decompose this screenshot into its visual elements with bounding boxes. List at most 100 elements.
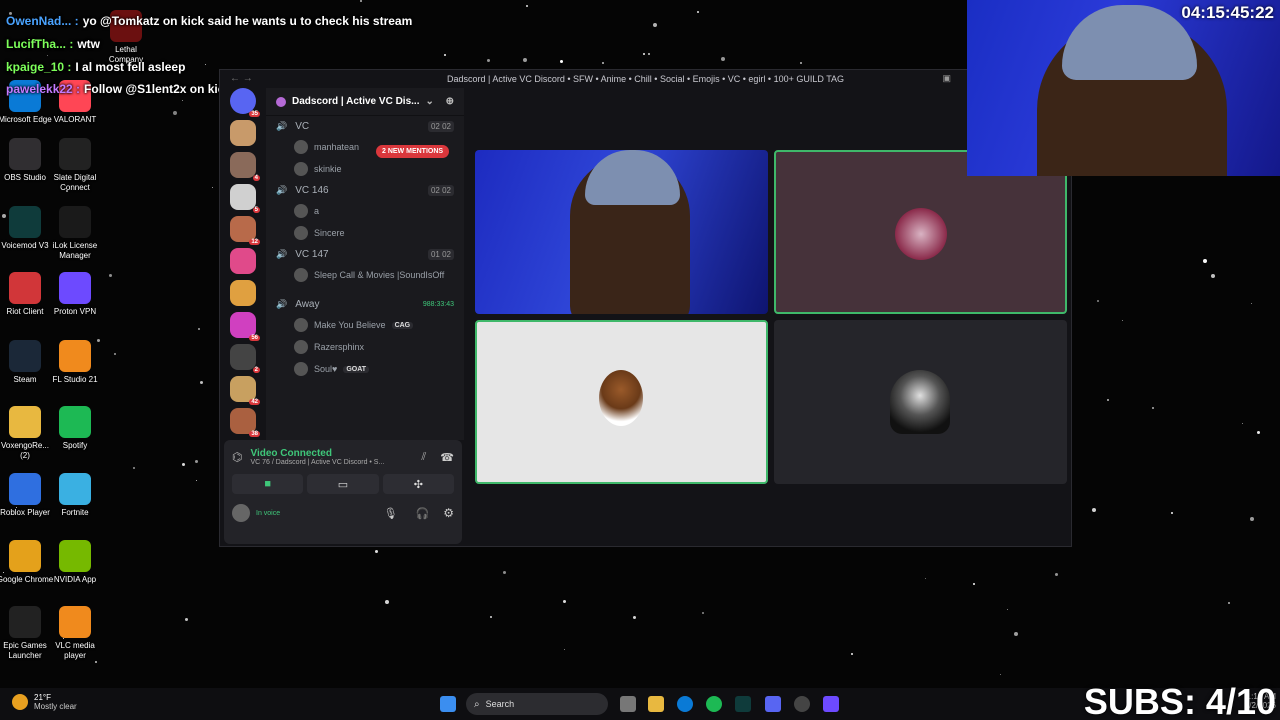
channel-name: VC 147 bbox=[295, 248, 329, 260]
connection-icon[interactable]: ⌬ bbox=[232, 450, 242, 464]
new-mentions-badge[interactable]: 2 NEW MENTIONS bbox=[376, 145, 450, 158]
subs-goal-counter: SUBS: 4/10 bbox=[1083, 681, 1276, 720]
video-tile-avatar-anime[interactable] bbox=[774, 320, 1067, 484]
discord-window-title: Dadscord | Active VC Discord • SFW • Ani… bbox=[446, 74, 845, 84]
chat-text: I al most fell asleep bbox=[75, 60, 186, 74]
voice-channel[interactable]: 🔊 Away 988:33:43 bbox=[266, 294, 464, 314]
back-forward-icon[interactable]: ← → bbox=[230, 73, 253, 84]
voice-channel[interactable]: 🔊 VC 02 02 bbox=[266, 116, 464, 136]
search-box[interactable]: ⌕ Search bbox=[466, 693, 608, 715]
desktop-icon[interactable]: iLok License Manager bbox=[46, 206, 104, 261]
user-count: 02 02 bbox=[427, 120, 454, 132]
chat-username: kpaige_10 : bbox=[6, 60, 72, 74]
channel-name: VC bbox=[295, 120, 310, 132]
start-button[interactable] bbox=[440, 696, 456, 712]
server-icon[interactable]: 12 bbox=[230, 216, 260, 245]
desktop-icon[interactable]: Slate Digital Connect bbox=[46, 138, 104, 193]
desktop-icon[interactable]: Proton VPN bbox=[46, 272, 104, 317]
star bbox=[973, 583, 975, 585]
invite-icon[interactable]: ⊕ bbox=[446, 96, 454, 107]
roblox-icon bbox=[9, 473, 41, 505]
desktop-icon[interactable]: FL Studio 21 bbox=[46, 340, 104, 385]
desktop-icon[interactable]: Fortnite bbox=[46, 473, 104, 518]
star bbox=[1242, 423, 1243, 424]
star bbox=[702, 612, 704, 614]
star bbox=[109, 274, 112, 277]
headphones-icon[interactable]: 🎧 bbox=[416, 507, 430, 520]
task-view-icon[interactable] bbox=[620, 696, 636, 712]
camera-button[interactable]: ■ bbox=[232, 474, 304, 494]
server-badge: 35 bbox=[249, 111, 260, 117]
desktop-icon[interactable]: NVIDIA App bbox=[46, 540, 104, 585]
voice-member[interactable]: skinkie bbox=[266, 158, 464, 180]
user-avatar[interactable] bbox=[232, 504, 250, 522]
voice-member[interactable]: Razersphinx bbox=[266, 336, 464, 358]
star bbox=[1203, 259, 1207, 263]
speaker-icon: 🔊 bbox=[276, 184, 288, 195]
voice-member[interactable]: Make You Believe CAG bbox=[266, 314, 464, 336]
proton-icon[interactable] bbox=[823, 696, 839, 712]
voice-member[interactable]: Sleep Call & Movies |SoundIsOff bbox=[266, 264, 464, 286]
desktop-icon-label: Spotify bbox=[62, 441, 88, 450]
star bbox=[444, 54, 446, 56]
voice-member[interactable]: a bbox=[266, 200, 464, 222]
microphone-icon[interactable]: 🎙 bbox=[384, 507, 398, 520]
chat-username: pawelekk22 : bbox=[6, 82, 81, 96]
avatar bbox=[294, 362, 308, 376]
star bbox=[925, 578, 926, 579]
spotify-icon[interactable] bbox=[706, 696, 722, 712]
desktop-icon-label: VLC media player bbox=[55, 641, 95, 660]
guild-header[interactable]: Dadscord | Active VC Dis... ⌄ ⊕ bbox=[266, 88, 464, 116]
server-icon[interactable]: 38 bbox=[230, 408, 260, 437]
desktop-icon[interactable]: Spotify bbox=[46, 406, 104, 451]
discord-home-icon[interactable]: 35 bbox=[230, 88, 260, 117]
star bbox=[1097, 300, 1099, 302]
star bbox=[1250, 517, 1254, 521]
server-icon[interactable]: 4 bbox=[230, 152, 260, 181]
voice-member[interactable]: Soul♥ GOAT bbox=[266, 358, 464, 380]
voicemod-icon bbox=[9, 206, 41, 238]
video-tile-dog[interactable] bbox=[475, 320, 768, 484]
star bbox=[503, 571, 506, 574]
inbox-icon[interactable]: ▣ bbox=[942, 73, 951, 84]
search-label: Search bbox=[485, 699, 515, 709]
desktop-icon[interactable]: VLC media player bbox=[46, 606, 104, 661]
weather-desc: Mostly clear bbox=[34, 702, 77, 711]
voice-channel[interactable]: 🔊 VC 146 02 02 bbox=[266, 180, 464, 200]
video-tile-webcam[interactable] bbox=[475, 150, 768, 314]
star bbox=[602, 62, 604, 64]
chat-username: OwenNad... : bbox=[6, 14, 79, 28]
star bbox=[697, 11, 699, 13]
star bbox=[47, 55, 48, 56]
server-icon[interactable]: 2 bbox=[230, 344, 260, 373]
server-icon[interactable] bbox=[230, 120, 256, 146]
weather-widget[interactable]: 21°F Mostly clear bbox=[12, 693, 77, 711]
screen-share-button[interactable]: ▭ bbox=[307, 474, 379, 494]
star bbox=[1014, 632, 1018, 636]
voicemod-icon[interactable] bbox=[735, 696, 751, 712]
voice-member[interactable]: Sincere bbox=[266, 222, 464, 244]
star bbox=[653, 23, 657, 27]
voice-channel[interactable]: 🔊 VC 147 01 02 bbox=[266, 244, 464, 264]
slate-icon bbox=[59, 138, 91, 170]
star bbox=[1257, 431, 1260, 434]
chevron-down-icon[interactable]: ⌄ bbox=[425, 96, 433, 107]
server-icon[interactable]: 5 bbox=[230, 184, 260, 213]
server-icon[interactable]: 42 bbox=[230, 376, 260, 405]
file-explorer-icon[interactable] bbox=[648, 696, 664, 712]
edge-icon[interactable] bbox=[677, 696, 693, 712]
video-stage bbox=[475, 150, 1070, 490]
discord-icon[interactable] bbox=[765, 696, 781, 712]
noise-suppression-icon[interactable]: ⫽ bbox=[421, 451, 426, 464]
guild-icon bbox=[276, 96, 286, 107]
head-cap bbox=[585, 150, 680, 205]
server-icon[interactable] bbox=[230, 248, 256, 274]
server-icon[interactable] bbox=[230, 280, 256, 306]
activities-button[interactable]: ✣ bbox=[382, 474, 454, 494]
server-icon[interactable]: 56 bbox=[230, 312, 260, 341]
gear-icon[interactable]: ⚙ bbox=[443, 506, 454, 520]
webcam-overlay: 04:15:45:22 bbox=[967, 0, 1280, 176]
member-name: Sincere bbox=[314, 228, 345, 238]
obs-icon[interactable] bbox=[794, 696, 810, 712]
disconnect-icon[interactable]: ☎ bbox=[440, 451, 454, 464]
